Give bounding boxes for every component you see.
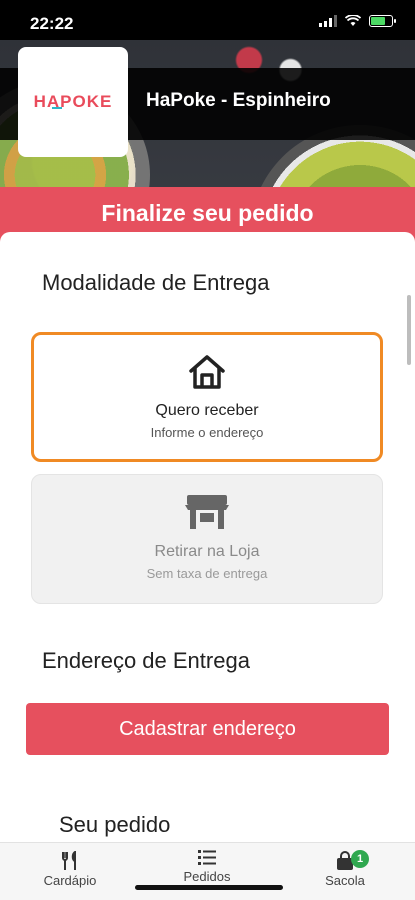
tab-label: Sacola — [325, 873, 365, 888]
wifi-icon — [345, 15, 361, 26]
bottom-tab-bar: Cardápio Pedidos 1 Sacola — [0, 842, 415, 900]
store-icon — [185, 495, 229, 529]
option-label: Retirar na Loja — [154, 543, 260, 560]
status-bar: 22:22 — [0, 0, 415, 40]
list-icon — [198, 850, 216, 865]
tab-sacola[interactable]: 1 Sacola — [300, 850, 390, 888]
tab-label: Pedidos — [183, 869, 231, 884]
scrollbar[interactable] — [407, 295, 411, 365]
cart-count-badge: 1 — [351, 850, 369, 868]
option-sub: Informe o endereço — [150, 425, 264, 440]
status-time: 22:22 — [30, 14, 74, 33]
address-section-title: Endereço de Entrega — [42, 648, 250, 673]
house-icon — [189, 355, 225, 389]
order-section-title: Seu pedido — [59, 812, 171, 837]
page-title: Finalize seu pedido — [101, 200, 314, 226]
option-sub: Sem taxa de entrega — [146, 566, 268, 581]
store-name: HaPoke - Espinheiro — [146, 90, 331, 111]
tab-pedidos[interactable]: Pedidos — [162, 847, 252, 884]
utensils-icon — [62, 851, 76, 870]
store-logo: HAPOKE — [18, 47, 128, 157]
tab-label: Cardápio — [43, 873, 97, 888]
option-label: Quero receber — [155, 402, 259, 419]
battery-icon — [369, 15, 396, 27]
signal-icon — [319, 15, 337, 27]
tab-cardapio[interactable]: Cardápio — [25, 851, 115, 888]
delivery-mode-title: Modalidade de Entrega — [42, 270, 270, 295]
home-indicator — [135, 885, 283, 890]
delivery-option-receive[interactable]: Quero receber Informe o endereço — [31, 332, 383, 462]
register-address-button[interactable]: Cadastrar endereço — [26, 703, 389, 755]
logo-text: HAPOKE — [33, 92, 113, 111]
status-icons — [319, 15, 396, 27]
delivery-option-pickup[interactable]: Retirar na Loja Sem taxa de entrega — [31, 474, 383, 604]
